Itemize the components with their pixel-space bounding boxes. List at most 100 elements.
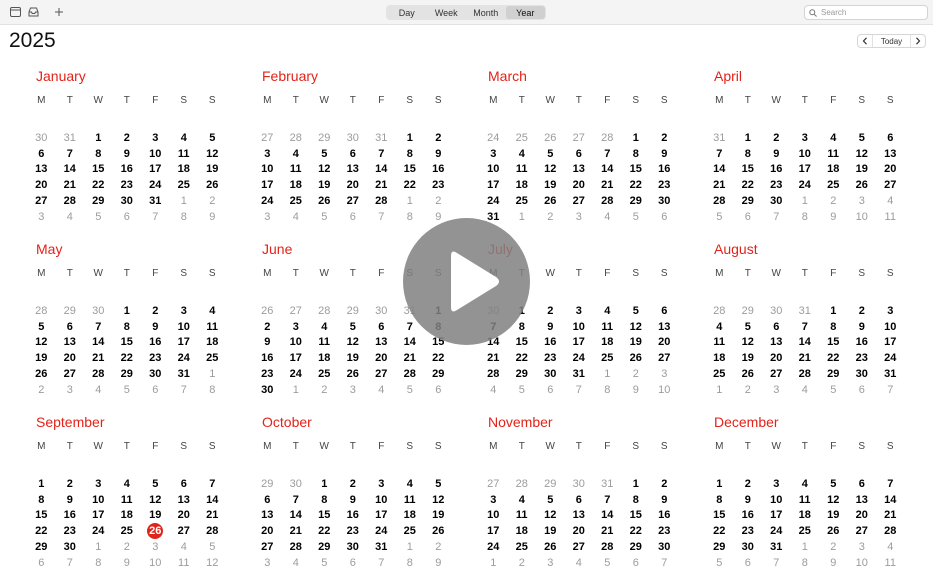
day-cell[interactable]: 28 bbox=[310, 303, 339, 319]
search-field[interactable] bbox=[804, 5, 928, 20]
day-cell[interactable]: 3 bbox=[282, 319, 311, 335]
day-cell[interactable]: 16 bbox=[113, 161, 142, 177]
day-cell[interactable]: 18 bbox=[508, 523, 537, 539]
day-cell[interactable]: 24 bbox=[479, 539, 508, 555]
day-cell[interactable]: 6 bbox=[253, 492, 282, 508]
day-cell[interactable]: 29 bbox=[339, 303, 368, 319]
day-cell[interactable]: 26 bbox=[536, 539, 565, 555]
day-cell[interactable]: 5 bbox=[84, 209, 113, 225]
month-may[interactable]: May M T W T F S S 28 29 30 1 2 3 4 5 6 7 8 9 10 11 12 13 14 15 16 1… bbox=[35, 241, 236, 401]
day-cell[interactable]: 7 bbox=[367, 209, 396, 225]
day-cell[interactable]: 16 bbox=[762, 161, 791, 177]
day-cell[interactable]: 30 bbox=[113, 193, 142, 209]
day-cell[interactable]: 28 bbox=[479, 366, 508, 382]
day-cell[interactable]: 13 bbox=[650, 319, 679, 335]
day-cell[interactable]: 27 bbox=[253, 130, 282, 146]
day-cell[interactable]: 17 bbox=[141, 161, 170, 177]
day-cell[interactable]: 27 bbox=[479, 476, 508, 492]
day-cell[interactable]: 6 bbox=[424, 382, 453, 398]
day-cell[interactable]: 5 bbox=[396, 382, 425, 398]
day-cell[interactable]: 17 bbox=[479, 177, 508, 193]
day-cell[interactable]: 5 bbox=[198, 130, 227, 146]
day-cell[interactable]: 26 bbox=[848, 177, 877, 193]
day-cell[interactable]: 15 bbox=[819, 334, 848, 350]
day-cell[interactable]: 6 bbox=[650, 303, 679, 319]
day-cell[interactable]: 21 bbox=[705, 177, 734, 193]
day-cell[interactable]: 4 bbox=[170, 130, 199, 146]
day-cell[interactable]: 25 bbox=[791, 523, 820, 539]
day-cell[interactable]: 1 bbox=[84, 130, 113, 146]
day-cell[interactable]: 13 bbox=[762, 334, 791, 350]
day-cell[interactable]: 31 bbox=[705, 130, 734, 146]
day-cell[interactable]: 4 bbox=[876, 539, 905, 555]
day-cell[interactable]: 9 bbox=[339, 492, 368, 508]
day-cell[interactable]: 20 bbox=[170, 507, 199, 523]
day-cell[interactable]: 24 bbox=[141, 177, 170, 193]
day-cell[interactable]: 27 bbox=[565, 539, 594, 555]
day-cell[interactable]: 28 bbox=[282, 539, 311, 555]
day-cell[interactable]: 1 bbox=[310, 476, 339, 492]
day-cell[interactable]: 1 bbox=[396, 130, 425, 146]
day-cell[interactable]: 21 bbox=[791, 350, 820, 366]
day-cell[interactable]: 14 bbox=[593, 507, 622, 523]
day-cell[interactable]: 12 bbox=[536, 161, 565, 177]
day-cell[interactable]: 18 bbox=[113, 507, 142, 523]
day-cell[interactable]: 1 bbox=[396, 193, 425, 209]
inbox-icon[interactable] bbox=[26, 5, 40, 19]
day-cell[interactable]: 19 bbox=[424, 507, 453, 523]
day-cell[interactable]: 5 bbox=[310, 209, 339, 225]
day-cell[interactable]: 9 bbox=[113, 146, 142, 162]
day-cell[interactable]: 7 bbox=[762, 209, 791, 225]
day-cell[interactable]: 19 bbox=[310, 177, 339, 193]
search-input[interactable] bbox=[821, 8, 921, 17]
day-cell[interactable]: 10 bbox=[253, 161, 282, 177]
day-cell[interactable]: 17 bbox=[170, 334, 199, 350]
day-cell[interactable]: 10 bbox=[170, 319, 199, 335]
day-cell[interactable]: 8 bbox=[593, 382, 622, 398]
day-cell[interactable]: 4 bbox=[508, 146, 537, 162]
day-cell[interactable]: 4 bbox=[508, 492, 537, 508]
today-button[interactable]: Today bbox=[872, 35, 911, 47]
day-cell[interactable]: 24 bbox=[282, 366, 311, 382]
day-cell[interactable]: 2 bbox=[253, 319, 282, 335]
day-cell[interactable]: 2 bbox=[113, 130, 142, 146]
day-cell[interactable]: 4 bbox=[479, 382, 508, 398]
day-cell[interactable]: 25 bbox=[198, 350, 227, 366]
day-cell[interactable]: 24 bbox=[791, 177, 820, 193]
day-cell[interactable]: 31 bbox=[876, 366, 905, 382]
day-cell[interactable]: 7 bbox=[876, 382, 905, 398]
day-cell[interactable]: 4 bbox=[170, 539, 199, 555]
day-cell[interactable]: 9 bbox=[253, 334, 282, 350]
day-cell[interactable]: 26 bbox=[339, 366, 368, 382]
day-cell[interactable]: 1 bbox=[84, 539, 113, 555]
day-cell[interactable]: 4 bbox=[198, 303, 227, 319]
day-cell[interactable]: 4 bbox=[593, 209, 622, 225]
day-cell[interactable]: 11 bbox=[198, 319, 227, 335]
day-cell[interactable]: 3 bbox=[141, 130, 170, 146]
add-icon[interactable] bbox=[52, 5, 66, 19]
day-cell[interactable]: 10 bbox=[141, 146, 170, 162]
day-cell[interactable]: 25 bbox=[593, 350, 622, 366]
day-cell[interactable]: 14 bbox=[56, 161, 85, 177]
day-cell[interactable]: 20 bbox=[650, 334, 679, 350]
day-cell[interactable]: 31 bbox=[762, 539, 791, 555]
day-cell[interactable]: 12 bbox=[339, 334, 368, 350]
day-cell[interactable]: 24 bbox=[876, 350, 905, 366]
day-cell[interactable]: 3 bbox=[479, 146, 508, 162]
day-cell[interactable]: 3 bbox=[253, 209, 282, 225]
day-cell[interactable]: 2 bbox=[27, 382, 56, 398]
day-cell[interactable]: 6 bbox=[848, 476, 877, 492]
day-cell[interactable]: 20 bbox=[339, 177, 368, 193]
day-cell[interactable]: 1 bbox=[170, 193, 199, 209]
day-cell[interactable]: 3 bbox=[56, 382, 85, 398]
day-cell[interactable]: 4 bbox=[84, 382, 113, 398]
day-cell[interactable]: 28 bbox=[84, 366, 113, 382]
day-cell[interactable]: 10 bbox=[479, 161, 508, 177]
day-cell[interactable]: 26 bbox=[310, 193, 339, 209]
day-cell[interactable]: 5 bbox=[141, 476, 170, 492]
day-cell[interactable]: 5 bbox=[819, 476, 848, 492]
day-cell[interactable]: 2 bbox=[141, 303, 170, 319]
day-cell[interactable]: 3 bbox=[650, 366, 679, 382]
day-cell[interactable]: 22 bbox=[27, 523, 56, 539]
day-cell[interactable]: 29 bbox=[705, 539, 734, 555]
